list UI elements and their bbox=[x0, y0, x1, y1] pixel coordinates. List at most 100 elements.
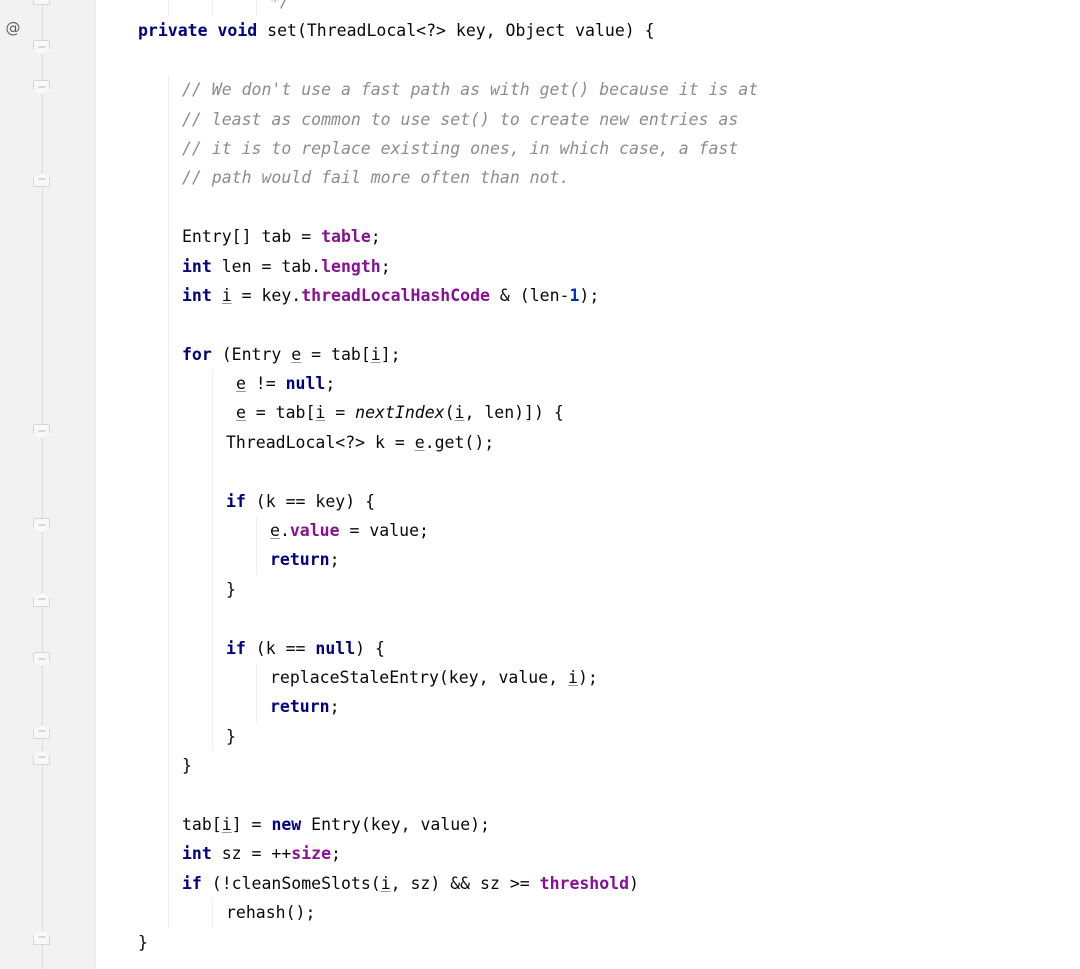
token: rehash(); bbox=[226, 903, 316, 923]
token: & (len- bbox=[489, 285, 570, 305]
line-blank-4[interactable] bbox=[96, 457, 1080, 486]
token: ; bbox=[380, 256, 391, 276]
token: // least as common to use set() to creat… bbox=[182, 109, 739, 129]
token: (!cleanSomeSlots( bbox=[201, 873, 381, 893]
line-replace-stale[interactable]: replaceStaleEntry(key, value, i); bbox=[96, 663, 1080, 692]
line-if-clean-slots[interactable]: if (!cleanSomeSlots(i, sz) && sz >= thre… bbox=[96, 869, 1080, 898]
fold-minus-icon bbox=[38, 658, 45, 660]
fold-marker-if-null[interactable] bbox=[33, 652, 50, 667]
line-blank-6[interactable] bbox=[96, 781, 1080, 810]
token: e bbox=[414, 432, 425, 452]
token: threadLocalHashCode bbox=[301, 285, 490, 305]
token: = bbox=[325, 403, 356, 423]
token: (k == key) { bbox=[245, 491, 376, 511]
fold-marker-if-key[interactable] bbox=[33, 518, 50, 533]
line-if-k-eq-key[interactable]: if (k == key) { bbox=[96, 487, 1080, 516]
line-method-signature[interactable]: private void set(ThreadLocal<?> key, Obj… bbox=[96, 16, 1080, 45]
fold-minus-icon bbox=[38, 46, 45, 48]
line-rehash[interactable]: rehash(); bbox=[96, 898, 1080, 927]
token: i bbox=[380, 873, 391, 893]
gutter-fold-column[interactable] bbox=[28, 0, 58, 969]
line-comment-2[interactable]: // least as common to use set() to creat… bbox=[96, 105, 1080, 134]
code-editor: @ */private void set(ThreadLocal<?> key,… bbox=[0, 0, 1080, 969]
token: = tab[ bbox=[245, 403, 316, 423]
token: replaceStaleEntry(key, value, bbox=[270, 667, 569, 687]
line-comment-1[interactable]: // We don't use a fast path as with get(… bbox=[96, 75, 1080, 104]
token: Entry(key, value); bbox=[301, 814, 490, 834]
fold-marker-if-null-end[interactable] bbox=[33, 724, 50, 739]
line-decl-tab[interactable]: Entry[] tab = table; bbox=[96, 222, 1080, 251]
fold-marker-if-key-end[interactable] bbox=[33, 592, 50, 607]
token: ]; bbox=[380, 344, 401, 364]
token: length bbox=[321, 256, 381, 276]
token: int bbox=[182, 285, 212, 305]
fold-marker-comment[interactable] bbox=[33, 80, 50, 95]
token: . bbox=[279, 521, 290, 541]
token: nextIndex bbox=[355, 403, 445, 423]
fold-minus-icon bbox=[38, 178, 45, 180]
line-decl-i[interactable]: int i = key.threadLocalHashCode & (len-1… bbox=[96, 281, 1080, 310]
line-javadoc-end[interactable]: */ bbox=[96, 0, 1080, 16]
fold-minus-icon bbox=[38, 756, 45, 758]
token: .get(); bbox=[424, 432, 495, 452]
line-close-if-2[interactable]: } bbox=[96, 722, 1080, 751]
fold-marker-comment-end[interactable] bbox=[33, 172, 50, 187]
token: new bbox=[271, 814, 302, 834]
fold-marker-for-end[interactable] bbox=[33, 750, 50, 765]
token: != bbox=[245, 374, 286, 394]
token: ); bbox=[577, 667, 598, 687]
token: i bbox=[370, 344, 381, 364]
token: ( bbox=[444, 403, 455, 423]
token: null bbox=[315, 638, 356, 658]
line-blank-5[interactable] bbox=[96, 604, 1080, 633]
token: ; bbox=[370, 227, 381, 247]
line-return-2[interactable]: return; bbox=[96, 692, 1080, 721]
line-return-1[interactable]: return; bbox=[96, 545, 1080, 574]
line-comment-4[interactable]: // path would fail more often than not. bbox=[96, 163, 1080, 192]
line-close-method[interactable]: } bbox=[96, 928, 1080, 957]
token: null bbox=[285, 374, 326, 394]
token: if bbox=[182, 873, 202, 893]
line-assign-value[interactable]: e.value = value; bbox=[96, 516, 1080, 545]
annotation-at-icon[interactable]: @ bbox=[3, 18, 23, 38]
line-for-step[interactable]: e = tab[i = nextIndex(i, len)]) { bbox=[96, 398, 1080, 427]
line-get-k[interactable]: ThreadLocal<?> k = e.get(); bbox=[96, 428, 1080, 457]
fold-marker-for-loop[interactable] bbox=[33, 424, 50, 439]
fold-marker-javadoc-end[interactable] bbox=[33, 0, 50, 5]
token: set(ThreadLocal<?> key, Object value) { bbox=[267, 21, 655, 41]
line-for-cond[interactable]: e != null; bbox=[96, 369, 1080, 398]
token: private void bbox=[138, 21, 268, 41]
line-if-k-eq-null[interactable]: if (k == null) { bbox=[96, 634, 1080, 663]
code-lines-container[interactable]: */private void set(ThreadLocal<?> key, O… bbox=[96, 0, 1080, 957]
line-blank-1[interactable] bbox=[96, 46, 1080, 75]
token: if bbox=[226, 491, 246, 511]
fold-marker-method-end[interactable] bbox=[33, 930, 50, 945]
fold-marker-method-set[interactable] bbox=[33, 40, 50, 55]
token: // path would fail more often than not. bbox=[182, 168, 570, 188]
fold-minus-icon bbox=[38, 936, 45, 938]
line-blank-3[interactable] bbox=[96, 310, 1080, 339]
fold-minus-icon bbox=[38, 430, 45, 432]
line-new-entry[interactable]: tab[i] = new Entry(key, value); bbox=[96, 810, 1080, 839]
token: ; bbox=[325, 374, 336, 394]
token: i bbox=[568, 667, 578, 687]
token: ] = bbox=[231, 814, 272, 834]
line-blank-2[interactable] bbox=[96, 193, 1080, 222]
editor-gutter[interactable]: @ bbox=[0, 0, 96, 969]
fold-region-line bbox=[41, 0, 43, 969]
line-comment-3[interactable]: // it is to replace existing ones, in wh… bbox=[96, 134, 1080, 163]
token: sz = ++ bbox=[211, 844, 292, 864]
token: return bbox=[270, 550, 330, 570]
line-close-if-1[interactable]: } bbox=[96, 575, 1080, 604]
line-decl-sz[interactable]: int sz = ++size; bbox=[96, 839, 1080, 868]
line-decl-len[interactable]: int len = tab.length; bbox=[96, 252, 1080, 281]
token: = tab[ bbox=[301, 344, 371, 364]
line-for-init[interactable]: for (Entry e = tab[i]; bbox=[96, 340, 1080, 369]
token: ); bbox=[579, 285, 600, 305]
code-content-area[interactable]: */private void set(ThreadLocal<?> key, O… bbox=[96, 0, 1080, 969]
line-close-for[interactable]: } bbox=[96, 751, 1080, 780]
token: i bbox=[221, 285, 232, 305]
token: return bbox=[270, 697, 330, 717]
